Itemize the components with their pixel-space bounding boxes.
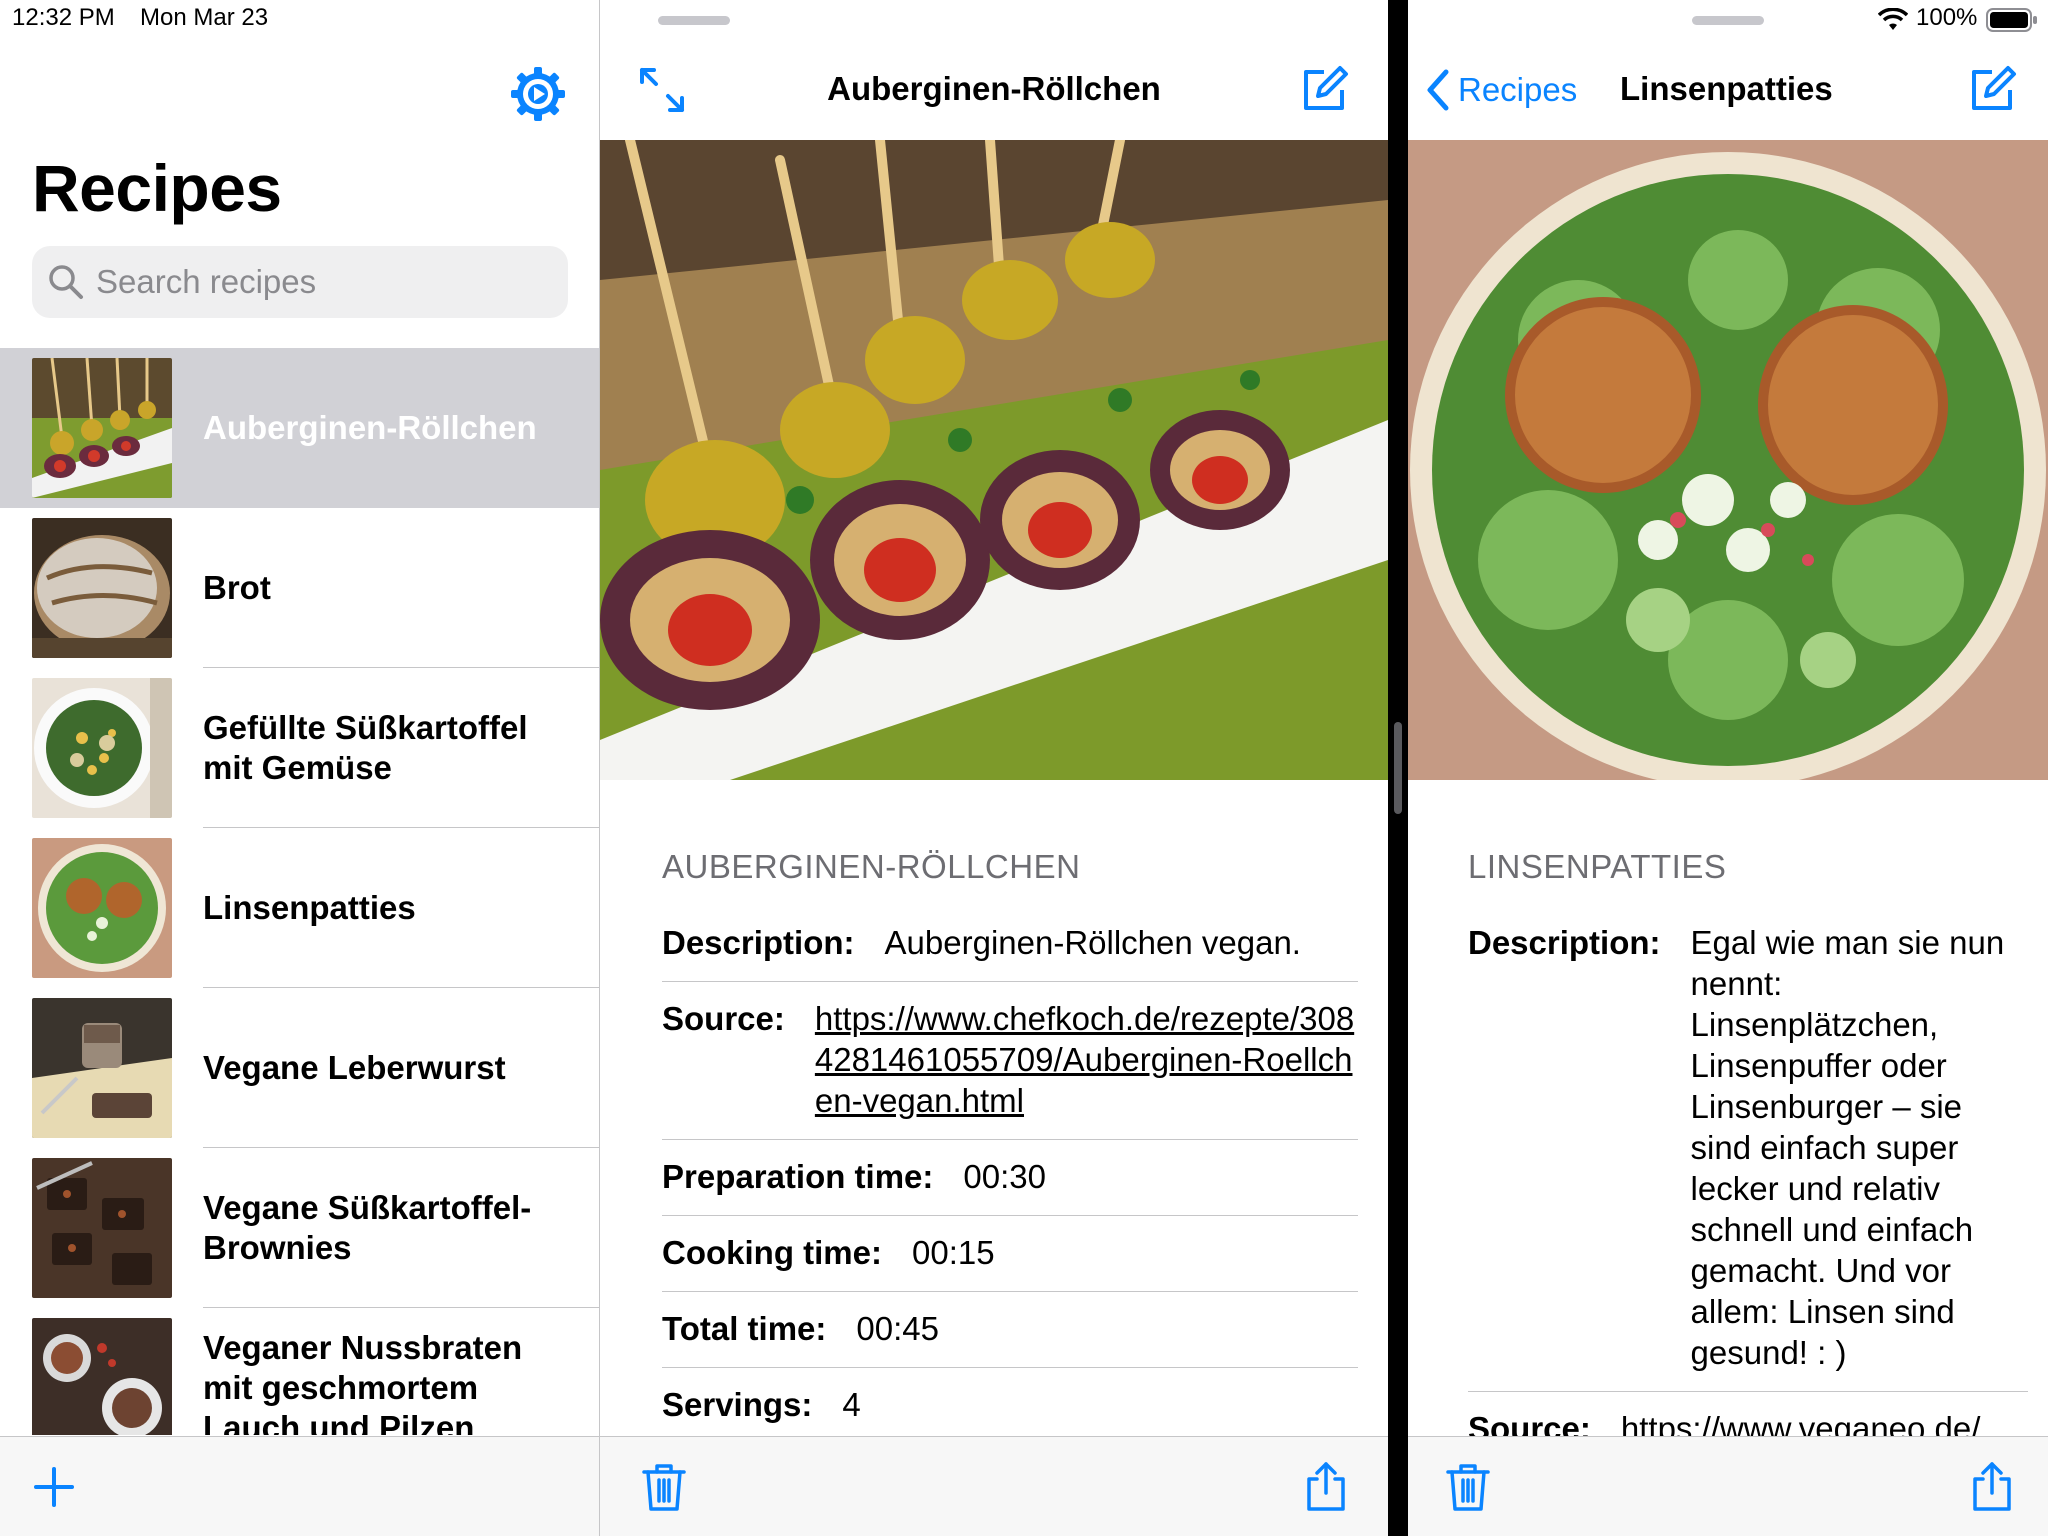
status-date: Mon Mar 23 [140, 4, 269, 31]
recipe-thumbnail [32, 998, 172, 1138]
trash-icon[interactable] [1442, 1461, 1494, 1513]
wifi-icon [1878, 8, 1908, 30]
recipe-image [600, 140, 1388, 780]
description-field: Description: Egal wie man sie nun nennt:… [1468, 906, 2028, 1392]
recipe-detail-pane-right: 100% Recipes Linsenpatties LINSENPATTIES… [1408, 0, 2048, 1536]
detail-toolbar [600, 1436, 1388, 1536]
gear-icon[interactable] [508, 64, 568, 124]
field-value: Auberginen-Röllchen vegan. [884, 924, 1301, 961]
page-title: Recipes [32, 151, 282, 225]
search-icon [49, 265, 83, 299]
field-value: 00:45 [856, 1310, 939, 1347]
window-grabber[interactable] [658, 16, 730, 25]
field-label: Source: [662, 1000, 785, 1037]
field-label: Description: [1468, 924, 1661, 961]
plus-icon[interactable] [28, 1461, 80, 1513]
nav-title: Linsenpatties [1620, 70, 1833, 107]
field-label: Servings: [662, 1386, 813, 1423]
detail-toolbar [1408, 1436, 2048, 1536]
recipe-list-pane: 12:32 PM Mon Mar 23 Recipes Search recip… [0, 0, 599, 1536]
servings-field: Servings: 4 [662, 1368, 1358, 1443]
chevron-left-icon [1427, 69, 1449, 111]
recipe-detail-pane-left: Auberginen-Röllchen AUBERGINEN-RÖLLCHEN … [600, 0, 1388, 1536]
field-value: 4 [842, 1386, 861, 1423]
back-button[interactable]: Recipes [1422, 64, 1577, 116]
field-value: Egal wie man sie nun nennt: Linsenplätzc… [1690, 924, 2005, 1371]
recipe-thumbnail [32, 518, 172, 658]
field-value: 00:30 [963, 1158, 1046, 1195]
split-view-handle[interactable] [1394, 722, 1402, 814]
search-bar[interactable] [32, 246, 568, 318]
list-item[interactable]: Vegane Leberwurst [0, 988, 599, 1148]
source-field: Source: https://www.chefkoch.de/rezepte/… [662, 982, 1358, 1140]
cook-time-field: Cooking time: 00:15 [662, 1216, 1358, 1292]
compose-icon[interactable] [1966, 64, 2018, 116]
list-item-label: Vegane Leberwurst [203, 1049, 506, 1086]
recipe-list: Auberginen-Röllchen Brot Gefüllte Süßkar… [0, 348, 599, 1435]
recipe-fields: Description: Auberginen-Röllchen vegan. … [662, 906, 1358, 1443]
recipe-thumbnail [32, 678, 172, 818]
recipe-image [1408, 140, 2048, 780]
compose-icon[interactable] [1298, 64, 1350, 116]
trash-icon[interactable] [638, 1461, 690, 1513]
field-label: Preparation time: [662, 1158, 934, 1195]
list-item[interactable]: Auberginen-Röllchen [0, 348, 599, 508]
nav-title: Auberginen-Röllchen [827, 70, 1161, 107]
list-item[interactable]: Vegane Süßkartoffel-Brownies [0, 1148, 599, 1308]
share-icon[interactable] [1300, 1461, 1352, 1513]
battery-icon [1986, 8, 2037, 32]
recipe-thumbnail [32, 1158, 172, 1298]
source-link[interactable]: https://www.chefkoch.de/rezepte/30842814… [815, 998, 1358, 1121]
recipe-thumbnail [32, 1318, 172, 1435]
recipe-thumbnail [32, 358, 172, 498]
list-item-label: Auberginen-Röllchen [203, 409, 537, 446]
list-item-label: Vegane Süßkartoffel-Brownies [203, 1189, 532, 1266]
list-item[interactable]: Veganer Nussbraten mit geschmortem Lauch… [0, 1308, 599, 1435]
recipe-thumbnail [32, 838, 172, 978]
status-time: 12:32 PM [12, 4, 115, 31]
list-item-label: Brot [203, 569, 271, 606]
list-item[interactable]: Gefüllte Süßkartoffel mit Gemüse [0, 668, 599, 828]
battery-percent: 100% [1916, 4, 1978, 31]
back-button-label: Recipes [1458, 71, 1578, 108]
window-grabber[interactable] [1692, 16, 1764, 25]
field-label: Description: [662, 924, 855, 961]
sidebar-toolbar [0, 1436, 599, 1536]
search-input[interactable] [96, 263, 566, 301]
field-value: 00:15 [912, 1234, 995, 1271]
total-time-field: Total time: 00:45 [662, 1292, 1358, 1368]
section-header: AUBERGINEN-RÖLLCHEN [662, 848, 1081, 885]
section-header: LINSENPATTIES [1468, 848, 1727, 885]
list-item-label: Veganer Nussbraten mit geschmortem Lauch… [203, 1329, 523, 1435]
recipe-fields: Description: Egal wie man sie nun nennt:… [1468, 906, 2028, 1467]
prep-time-field: Preparation time: 00:30 [662, 1140, 1358, 1216]
share-icon[interactable] [1966, 1461, 2018, 1513]
list-item[interactable]: Brot [0, 508, 599, 668]
description-field: Description: Auberginen-Röllchen vegan. [662, 906, 1358, 982]
list-item[interactable]: Linsenpatties [0, 828, 599, 988]
list-item-label: Linsenpatties [203, 889, 416, 926]
field-label: Cooking time: [662, 1234, 882, 1271]
field-label: Total time: [662, 1310, 827, 1347]
list-item-label: Gefüllte Süßkartoffel mit Gemüse [203, 709, 528, 786]
